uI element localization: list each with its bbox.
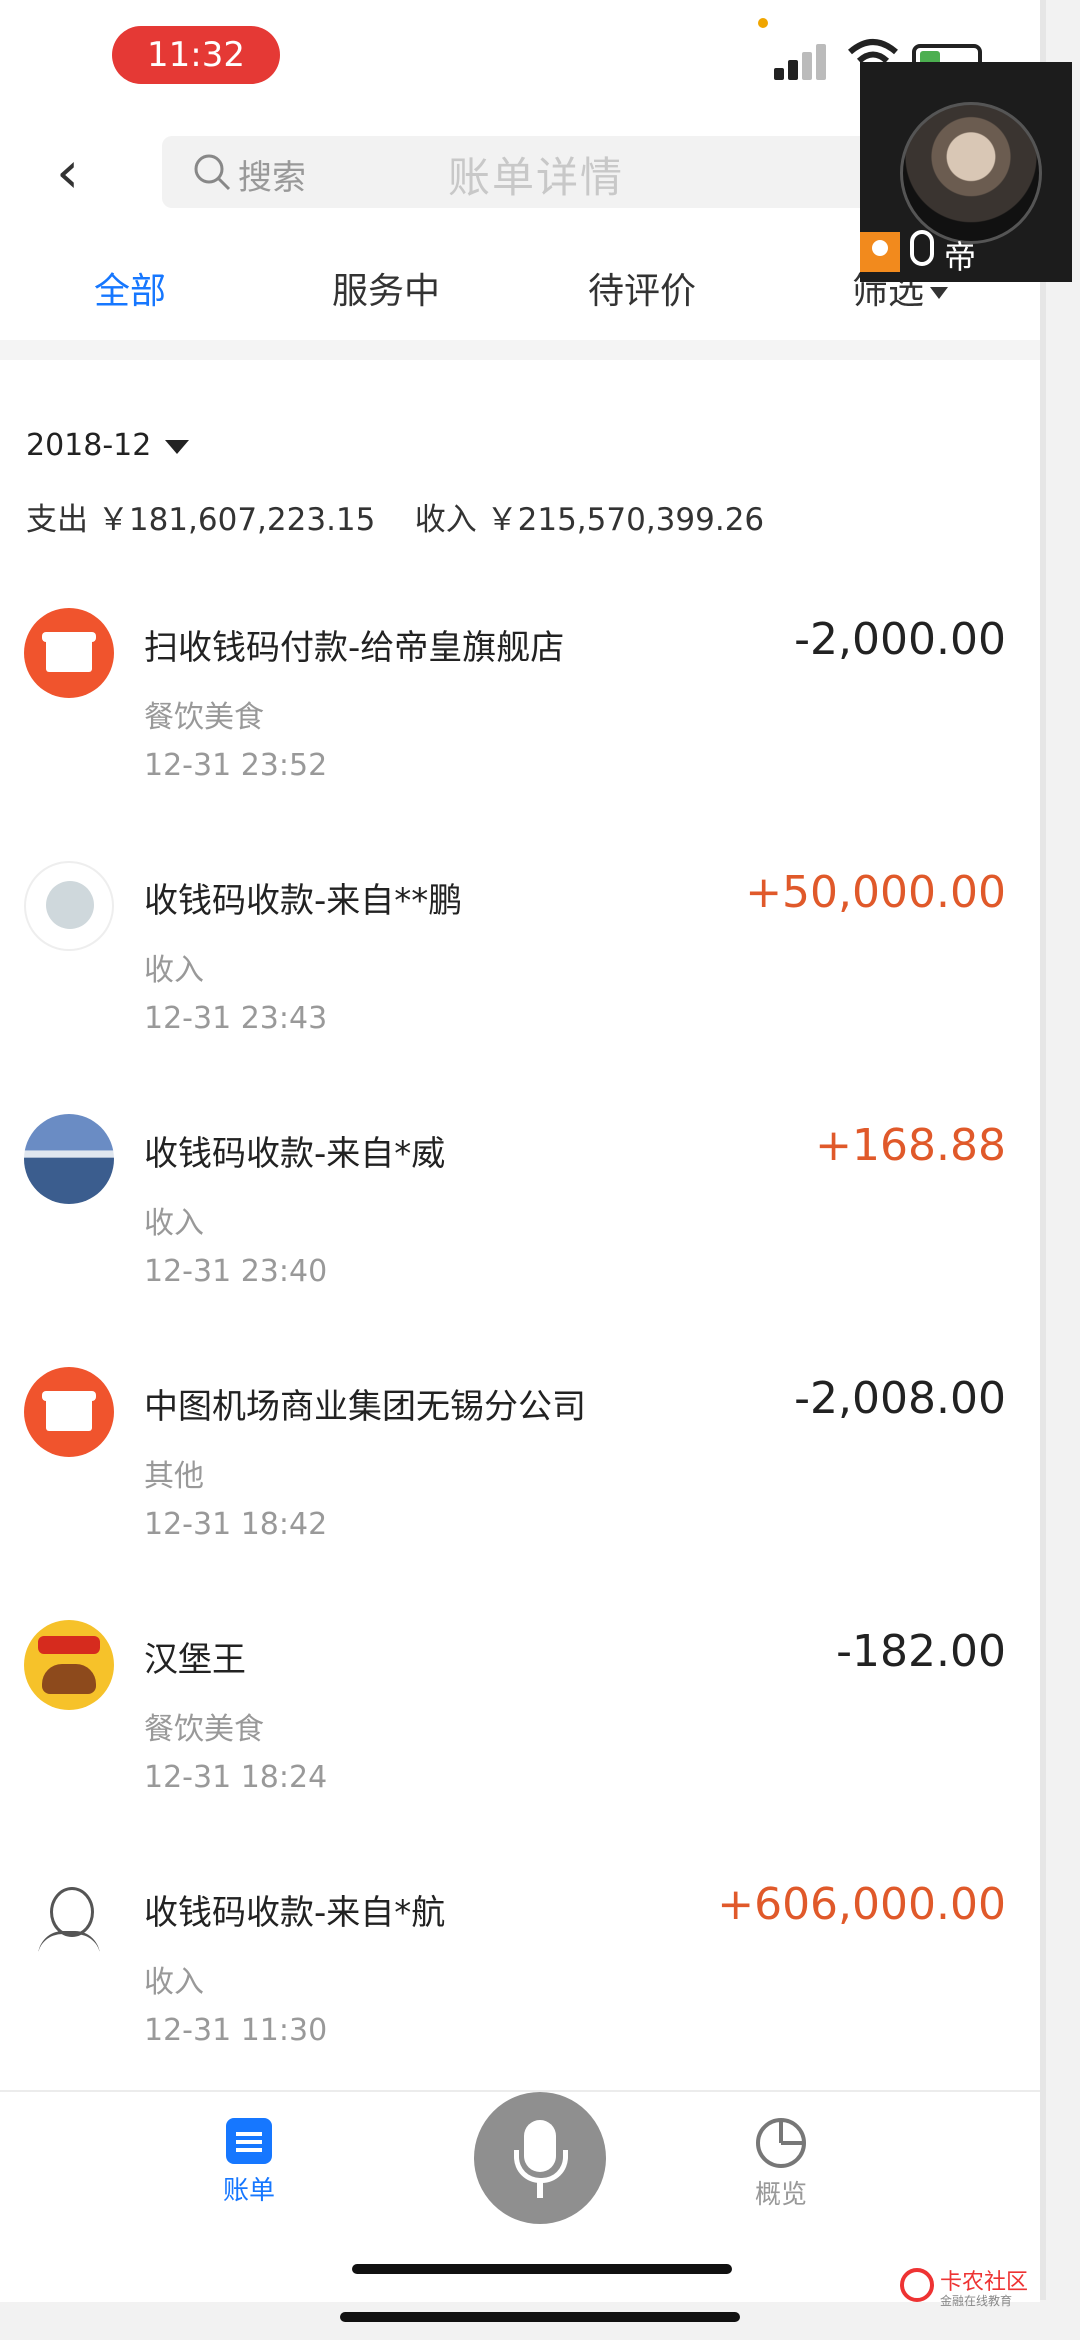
transaction-time: 12-31 11:30: [144, 2013, 328, 2048]
signal-icon: [774, 44, 834, 80]
watermark-slogan: 金融在线教育: [940, 2294, 1013, 2308]
search-icon: [194, 154, 231, 191]
transaction-amount: +606,000.00: [717, 1879, 1006, 1930]
caret-down-icon: [930, 287, 949, 299]
transaction-row[interactable]: 收钱码收款-来自*航 收入 12-31 11:30 +606,000.00: [0, 1873, 1040, 2123]
app-screen: 11:32 ‹ 搜索 账单详情 全部 服务中 待评价 筛选 2018-12 支出…: [0, 0, 1046, 2302]
privacy-indicator-icon: [758, 18, 768, 28]
transaction-category: 收入: [144, 1965, 204, 2000]
microphone-icon-stem: [537, 2182, 543, 2198]
nav-overview-label: 概览: [754, 2180, 807, 2210]
bill-icon: [226, 2118, 272, 2164]
transaction-title: 汉堡王: [144, 1640, 246, 1680]
caret-down-icon: [165, 439, 190, 454]
microphone-icon-arc: [514, 2150, 568, 2183]
transaction-time: 12-31 23:52: [144, 748, 328, 783]
nav-bill-label: 账单: [222, 2176, 275, 2206]
home-indicator[interactable]: [340, 2312, 740, 2322]
shop-icon: [24, 1367, 114, 1457]
voice-input-button[interactable]: [474, 2092, 606, 2224]
transaction-title: 收钱码收款-来自*威: [144, 1134, 446, 1174]
month-summary: 支出 ￥181,607,223.15 收入 ￥215,570,399.26: [26, 502, 765, 538]
transaction-category: 收入: [144, 1206, 204, 1241]
transaction-amount: -2,008.00: [794, 1373, 1006, 1424]
month-selector[interactable]: 2018-12: [26, 428, 190, 463]
transaction-category: 其他: [144, 1459, 204, 1494]
transaction-time: 12-31 18:24: [144, 1760, 328, 1795]
video-call-overlay[interactable]: 帝: [860, 62, 1072, 282]
status-time: 11:32: [112, 26, 280, 84]
nav-bill[interactable]: 账单: [204, 2118, 294, 2207]
caller-avatar: [900, 102, 1042, 244]
microphone-icon: [910, 230, 934, 266]
transaction-title: 中图机场商业集团无锡分公司: [144, 1387, 586, 1427]
transaction-time: 12-31 23:43: [144, 1001, 328, 1036]
transaction-amount: -2,000.00: [794, 614, 1006, 665]
transaction-title: 收钱码收款-来自**鹏: [144, 881, 463, 921]
transaction-time: 12-31 23:40: [144, 1254, 328, 1289]
watermark-logo-icon: [900, 2268, 934, 2302]
transaction-row[interactable]: 收钱码收款-来自**鹏 收入 12-31 23:43 +50,000.00: [0, 861, 1040, 1111]
section-divider: [0, 340, 1040, 360]
transaction-row[interactable]: 汉堡王 餐饮美食 12-31 18:24 -182.00: [0, 1620, 1040, 1870]
transaction-amount: -182.00: [836, 1626, 1006, 1677]
transaction-row[interactable]: 扫收钱码付款-给帝皇旗舰店 餐饮美食 12-31 23:52 -2,000.00: [0, 608, 1040, 858]
transaction-title: 扫收钱码付款-给帝皇旗舰店: [144, 628, 565, 668]
tab-all[interactable]: 全部: [94, 262, 166, 314]
pie-chart-icon: [756, 2118, 806, 2168]
transaction-row[interactable]: 收钱码收款-来自*威 收入 12-31 23:40 +168.88: [0, 1114, 1040, 1364]
nav-overview[interactable]: 概览: [736, 2118, 826, 2211]
transaction-amount: +168.88: [815, 1120, 1006, 1171]
tab-in-service[interactable]: 服务中: [332, 262, 440, 314]
transaction-category: 餐饮美食: [144, 1712, 264, 1747]
tab-to-review[interactable]: 待评价: [588, 262, 696, 314]
home-indicator[interactable]: [352, 2264, 732, 2274]
portrait-avatar-icon: [24, 1873, 114, 1963]
transaction-category: 收入: [144, 953, 204, 988]
watermark: 卡农社区 金融在线教育: [900, 2262, 1070, 2312]
caller-name: 帝: [944, 238, 977, 276]
month-label: 2018-12: [26, 428, 152, 463]
search-placeholder: 搜索: [238, 158, 306, 198]
lake-avatar-icon: [24, 1114, 114, 1204]
user-badge-icon: [860, 232, 900, 272]
sticker-avatar-icon: [24, 861, 114, 951]
transaction-title: 收钱码收款-来自*航: [144, 1893, 446, 1933]
transaction-amount: +50,000.00: [745, 867, 1006, 918]
page-title: 账单详情: [448, 153, 625, 202]
burger-icon: [24, 1620, 114, 1710]
transaction-time: 12-31 18:42: [144, 1507, 328, 1542]
shop-icon: [24, 608, 114, 698]
transaction-row[interactable]: 中图机场商业集团无锡分公司 其他 12-31 18:42 -2,008.00: [0, 1367, 1040, 1617]
transaction-category: 餐饮美食: [144, 700, 264, 735]
back-button[interactable]: ‹: [56, 143, 96, 201]
